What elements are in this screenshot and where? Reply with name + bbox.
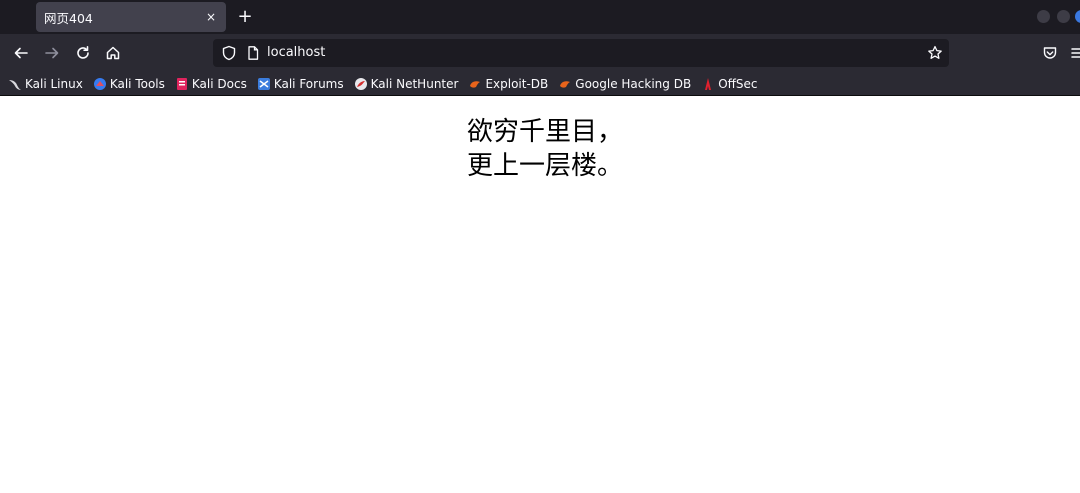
tab-active[interactable]: 网页404 × bbox=[36, 2, 226, 32]
bookmark-label: Kali Linux bbox=[25, 76, 83, 91]
bookmark-offsec[interactable]: OffSec bbox=[701, 76, 758, 91]
kali-forums-icon bbox=[257, 77, 270, 90]
bookmark-label: Google Hacking DB bbox=[575, 76, 692, 91]
maximize-button[interactable] bbox=[1057, 10, 1070, 23]
home-button[interactable] bbox=[101, 41, 125, 65]
reload-button[interactable] bbox=[71, 41, 95, 65]
page-icon[interactable] bbox=[245, 45, 261, 61]
tab-title: 网页404 bbox=[44, 10, 93, 26]
url-bar[interactable]: localhost bbox=[213, 39, 949, 67]
reload-icon bbox=[77, 46, 89, 59]
offsec-icon bbox=[705, 77, 712, 90]
navigation-toolbar: localhost bbox=[0, 34, 1080, 72]
bookmarks-toolbar: Kali Linux Kali Tools Kali Docs Kali For… bbox=[0, 72, 1080, 96]
poem-line-2: 更上一层楼。 bbox=[467, 151, 624, 181]
minimize-button[interactable] bbox=[1037, 10, 1050, 23]
arrow-left-icon bbox=[14, 47, 28, 59]
bookmark-kali-tools[interactable]: Kali Tools bbox=[93, 77, 165, 91]
menu-button[interactable] bbox=[1066, 41, 1080, 65]
kali-tools-icon bbox=[93, 77, 106, 90]
url-text[interactable]: localhost bbox=[267, 39, 325, 67]
pocket-button[interactable] bbox=[1038, 41, 1062, 65]
kali-docs-icon bbox=[176, 77, 187, 90]
page-content: 欲穷千里目， 更上一层楼。 bbox=[0, 97, 1080, 493]
bookmark-label: Kali Tools bbox=[109, 76, 165, 91]
title-bar: 网页404 × + bbox=[0, 0, 1080, 34]
ghdb-icon bbox=[560, 80, 571, 88]
exploit-db-icon bbox=[470, 80, 481, 88]
forward-button[interactable] bbox=[40, 41, 64, 65]
bookmark-ghdb[interactable]: Google Hacking DB bbox=[558, 77, 691, 91]
nethunter-icon bbox=[354, 77, 367, 90]
new-tab-button[interactable]: + bbox=[234, 6, 256, 28]
bookmark-kali-forums[interactable]: Kali Forums bbox=[257, 77, 344, 91]
bookmark-label: Kali Docs bbox=[191, 76, 247, 91]
back-button[interactable] bbox=[9, 41, 33, 65]
bookmark-label: Kali Forums bbox=[273, 76, 344, 91]
shield-icon[interactable] bbox=[221, 45, 237, 61]
kali-dragon-icon bbox=[9, 79, 21, 90]
bookmark-kali-docs[interactable]: Kali Docs bbox=[175, 77, 247, 91]
bookmark-kali-linux[interactable]: Kali Linux bbox=[8, 77, 83, 91]
tab-close-icon[interactable]: × bbox=[204, 10, 218, 24]
bookmark-star-icon[interactable] bbox=[927, 45, 943, 61]
bookmark-label: Exploit-DB bbox=[485, 76, 549, 91]
pocket-icon bbox=[1043, 47, 1057, 59]
close-window-button[interactable] bbox=[1075, 10, 1080, 23]
home-icon bbox=[106, 46, 120, 60]
arrow-right-icon bbox=[45, 47, 59, 59]
bookmark-exploit-db[interactable]: Exploit-DB bbox=[468, 77, 548, 91]
bookmark-kali-nethunter[interactable]: Kali NetHunter bbox=[354, 76, 459, 91]
hamburger-menu-icon bbox=[1071, 48, 1080, 58]
poem-line-1: 欲穷千里目， bbox=[467, 117, 624, 147]
bookmark-label: Kali NetHunter bbox=[370, 76, 459, 91]
poem-text: 欲穷千里目， 更上一层楼。 bbox=[467, 115, 623, 183]
bookmark-label: OffSec bbox=[718, 76, 758, 91]
